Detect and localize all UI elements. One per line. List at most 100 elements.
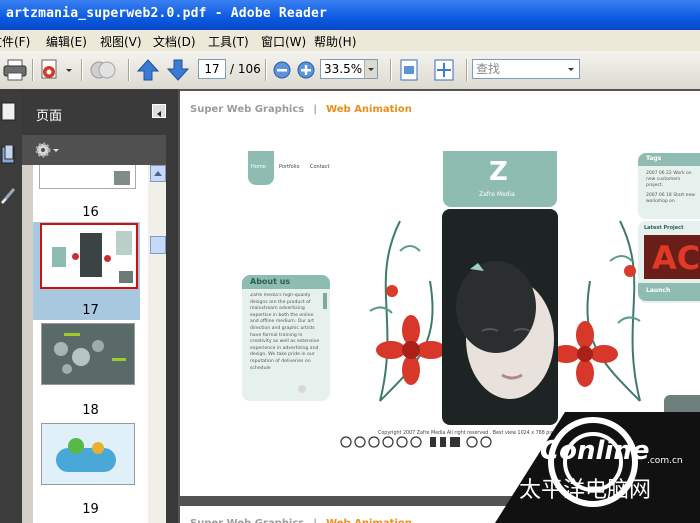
thumbnail-graphic: [92, 442, 104, 454]
page-header: Super Web Graphics | Web Animation: [190, 511, 412, 523]
thumbnail-list[interactable]: 16 17 18 19: [33, 165, 148, 523]
thumbnail-graphic: [62, 364, 72, 374]
header-separator: |: [313, 104, 317, 115]
site-nav-portfolio: Portfolio: [279, 164, 300, 170]
pages-panel-title: 页面: [36, 109, 63, 124]
thumbnail-toolbar: [22, 135, 170, 165]
page-number-label: 16: [82, 205, 99, 220]
header-left-text: Super Web Graphics: [190, 518, 304, 523]
collapse-panel-button[interactable]: [152, 104, 166, 118]
thumbnail-graphic: [80, 233, 102, 277]
site-nav-home: Home: [248, 151, 274, 185]
site-tags-header: Tags: [638, 153, 700, 166]
site-launch-label: Launch: [646, 287, 671, 294]
print-icon[interactable]: [2, 57, 28, 83]
site-nav-contact: Contact: [310, 164, 330, 170]
site-about-panel: About us Zafre media's high-quality desi…: [242, 275, 330, 401]
site-decor-dot: [298, 385, 306, 393]
menu-edit[interactable]: 编辑(E): [46, 33, 87, 50]
page-thumbnail-19[interactable]: [41, 423, 135, 485]
search-placeholder: 查找: [476, 62, 501, 76]
menu-window[interactable]: 窗口(W): [261, 33, 306, 50]
collaborate-icon[interactable]: [88, 57, 118, 83]
zoom-in-icon[interactable]: [296, 57, 316, 83]
previous-page-icon[interactable]: [136, 57, 160, 83]
navigation-rail: [0, 89, 22, 523]
watermark-chinese-name: 太平洋电脑网: [519, 478, 652, 503]
next-page-icon[interactable]: [166, 57, 190, 83]
site-nav-home-label: Home: [251, 164, 266, 170]
page-total: / 106: [230, 62, 261, 76]
menu-bar: 文件(F) 编辑(E) 视图(V) 文档(D) 工具(T) 窗口(W) 帮助(H…: [0, 30, 700, 52]
menu-tools[interactable]: 工具(T): [208, 33, 249, 50]
thumbnail-graphic: [72, 348, 90, 366]
signatures-icon[interactable]: [0, 185, 18, 207]
panel-splitter[interactable]: [166, 89, 178, 523]
scroll-thumb[interactable]: [150, 236, 166, 254]
header-right-text: Web Animation: [326, 104, 412, 115]
menu-file[interactable]: 文件(F): [0, 33, 30, 50]
page-thumbnail-16[interactable]: [39, 165, 136, 189]
site-latest-panel: Latest Project AC Launch: [638, 221, 700, 303]
bookmarks-icon[interactable]: [0, 144, 18, 166]
menu-view[interactable]: 视图(V): [100, 33, 142, 50]
menu-document[interactable]: 文档(D): [153, 33, 196, 50]
toolbar-separator: [466, 59, 467, 81]
page-header: Super Web Graphics | Web Animation: [190, 97, 412, 116]
options-gear-icon[interactable]: [34, 141, 62, 159]
zoom-dropdown-button[interactable]: [364, 60, 377, 78]
full-screen-icon[interactable]: [432, 57, 456, 83]
site-latest-image-text: AC: [652, 239, 700, 277]
page-thumbnail-17[interactable]: [40, 223, 138, 289]
toolbar-separator: [390, 59, 391, 81]
site-about-scroll-thumb: [323, 293, 327, 309]
header-right-text: Web Animation: [326, 518, 412, 523]
pages-icon[interactable]: [0, 101, 18, 123]
page-number-input[interactable]: 17: [198, 59, 226, 79]
chevron-down-icon[interactable]: [64, 57, 74, 83]
toolbar-separator: [265, 59, 266, 81]
thumbnail-graphic: [54, 342, 68, 356]
search-field[interactable]: 查找: [472, 59, 580, 79]
site-hero-photo: [442, 209, 558, 425]
thumbnail-graphic: [116, 231, 132, 255]
page-number-label: 19: [82, 502, 99, 517]
page-thumbnail-18[interactable]: [41, 323, 135, 385]
thumbnail-graphic: [104, 255, 111, 262]
scroll-up-button[interactable]: [150, 165, 166, 182]
fit-page-icon[interactable]: [398, 57, 420, 83]
chevron-left-icon: [157, 111, 161, 117]
thumbnail-graphic: [112, 358, 126, 361]
menu-help[interactable]: 帮助(H): [314, 33, 356, 50]
zoom-level-value: 33.5%: [324, 62, 363, 76]
site-latest-title: Latest Project: [644, 225, 684, 231]
create-pdf-icon[interactable]: [37, 57, 63, 83]
page-number-label: 17: [82, 303, 99, 318]
site-tag-entry: 2007 06 22 Work on new customers project…: [646, 171, 692, 188]
page-number-label: 18: [82, 403, 99, 418]
site-tags-panel: Tags 2007 06 22 Work on new customers pr…: [638, 153, 700, 219]
site-about-header: About us: [242, 275, 330, 289]
site-about-text: Zafre media's high-quality designs are t…: [250, 293, 320, 371]
site-launch-bar: Launch: [638, 283, 700, 301]
pages-panel-header: 页面: [22, 89, 170, 135]
chevron-down-icon[interactable]: [565, 60, 577, 78]
toolbar-separator: [32, 59, 33, 81]
pconline-watermark: PConline .com.cn 太平洋电脑网: [495, 412, 700, 523]
watermark-domain: .com.cn: [647, 456, 683, 466]
site-badges: [340, 436, 492, 448]
header-separator: |: [313, 518, 317, 523]
zoom-level-field[interactable]: 33.5%: [320, 59, 378, 79]
red-flower: [552, 321, 618, 387]
zoom-out-icon[interactable]: [272, 57, 292, 83]
title-bar: artzmania_superweb2.0.pdf - Adobe Reader: [0, 0, 700, 30]
thumbnail-graphic: [114, 171, 130, 185]
toolbar-separator: [81, 59, 82, 81]
thumbnail-scrollbar[interactable]: [148, 165, 166, 523]
site-about-title: About us: [250, 277, 291, 286]
toolbar: 17 / 106 33.5% 查找: [0, 51, 700, 90]
thumbnail-graphic: [52, 247, 66, 267]
site-tag-entry: 2007 06 18 Start new workshop on: [646, 193, 695, 204]
site-tags-title: Tags: [646, 155, 662, 162]
portrait-graphic: [456, 261, 554, 399]
